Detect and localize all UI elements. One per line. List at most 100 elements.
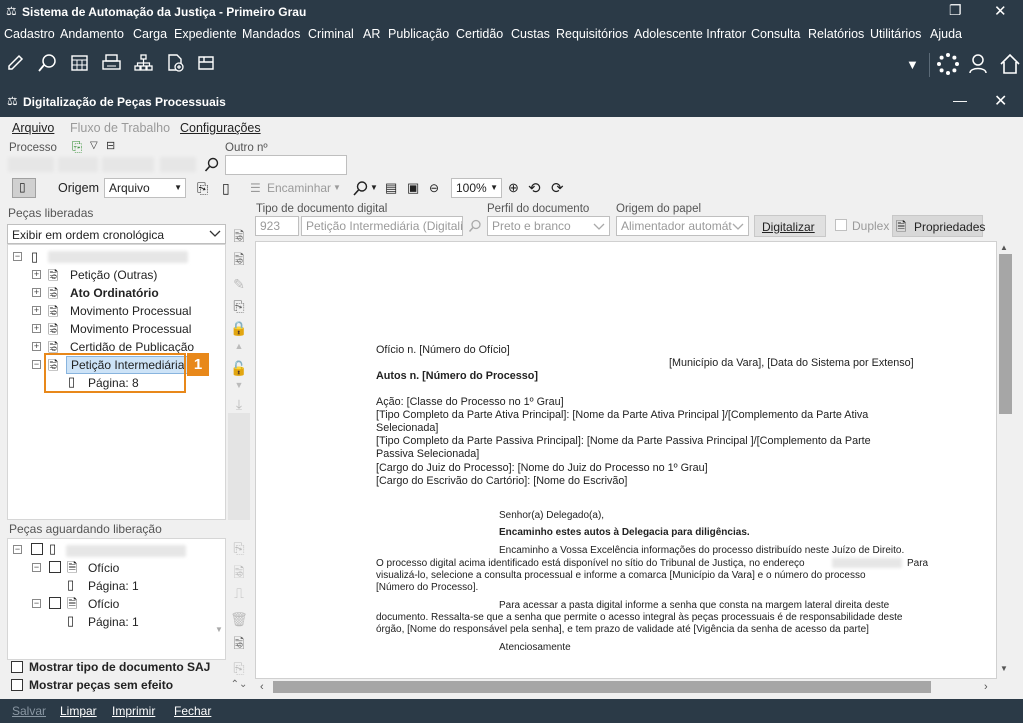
tree-page-item[interactable]: Página: 8 (88, 376, 139, 390)
tree-expander[interactable]: + (32, 306, 41, 315)
tipo-name-input[interactable]: Petição Intermediária (Digitaliz (301, 216, 463, 236)
mostrar-sem-efeito-label[interactable]: Mostrar peças sem efeito (29, 678, 173, 692)
minimize-button[interactable]: — (953, 92, 967, 108)
mostrar-tipo-label[interactable]: Mostrar tipo de documento SAJ (29, 660, 210, 674)
pending-root-expander[interactable]: − (13, 545, 22, 554)
pending-checkbox[interactable] (49, 597, 61, 609)
pending-item[interactable]: Ofício (88, 597, 119, 611)
pending-page-item[interactable]: Página: 1 (88, 579, 139, 593)
menu-cadastro[interactable]: Cadastro (4, 27, 55, 41)
search-icon[interactable] (204, 157, 220, 173)
rotate-left-icon[interactable]: ⟲ (528, 179, 541, 197)
limpar-button[interactable]: Limpar (60, 704, 97, 718)
menu-arquivo[interactable]: Arquivo (12, 121, 54, 135)
tree-expander[interactable]: − (32, 360, 41, 369)
menu-carga[interactable]: Carga (133, 27, 167, 41)
tree-item[interactable]: Movimento Processual (70, 322, 191, 336)
outro-numero-input[interactable] (225, 155, 347, 175)
archive-icon[interactable] (197, 53, 217, 73)
duplex-checkbox[interactable] (835, 219, 847, 231)
menu-fluxo-de-trabalho[interactable]: Fluxo de Trabalho (70, 121, 170, 135)
mostrar-sem-efeito-checkbox[interactable] (11, 679, 23, 691)
pending-expander[interactable]: − (32, 563, 41, 572)
tree-expander[interactable]: + (32, 324, 41, 333)
order-select[interactable]: Exibir em ordem cronológica (7, 224, 226, 244)
copy-icon[interactable]: ⎘ (230, 298, 248, 315)
process-number-field-4[interactable] (160, 157, 196, 172)
process-number-field-2[interactable] (58, 157, 98, 172)
menu-criminal[interactable]: Criminal (308, 27, 354, 41)
encaminhar-button[interactable]: Encaminhar (267, 181, 331, 195)
double-chevron-icon[interactable]: ⌃⌄ (230, 679, 248, 690)
seal-remove-icon[interactable]: 🗟 (230, 249, 248, 273)
menu-configuracoes[interactable]: Configurações (180, 121, 261, 135)
origem-select[interactable]: Arquivo ▼ (104, 178, 186, 198)
propriedades-button[interactable]: 🗎 Propriedades (892, 215, 985, 237)
tree-item[interactable]: Ato Ordinatório (70, 286, 159, 300)
seal-add-icon[interactable]: 🗟 (230, 226, 248, 250)
imprimir-button[interactable]: Imprimir (112, 704, 155, 718)
scroll-down-icon[interactable]: ▼ (215, 625, 223, 634)
dropdown-caret-icon[interactable]: ▼ (906, 55, 919, 75)
menu-utilitarios[interactable]: Utilitários (870, 27, 921, 41)
edit-icon[interactable] (6, 53, 26, 73)
menu-mandados[interactable]: Mandados (242, 27, 300, 41)
menu-consulta[interactable]: Consulta (751, 27, 800, 41)
search-tipo-icon[interactable] (468, 219, 482, 233)
scroll-up-icon[interactable]: ▲ (1000, 243, 1008, 252)
new-document-icon[interactable] (166, 53, 186, 73)
close-button[interactable]: ✕ (994, 2, 1007, 20)
tree-expander[interactable]: + (32, 288, 41, 297)
process-number-field-3[interactable] (102, 157, 154, 172)
calendar-icon[interactable] (70, 53, 90, 73)
menu-adolescente-infrator[interactable]: Adolescente Infrator (634, 27, 746, 41)
menu-publicacao[interactable]: Publicação (388, 27, 449, 41)
zoom-out-icon[interactable]: ⊖ (429, 181, 439, 195)
scroll-down-icon[interactable]: ▼ (1000, 664, 1008, 673)
rotate-right-icon[interactable]: ⟳ (551, 179, 564, 197)
fechar-button[interactable]: Fechar (174, 704, 211, 718)
pending-root-checkbox[interactable] (31, 543, 43, 555)
tipo-code-input[interactable]: 923 (255, 216, 299, 236)
home-icon[interactable] (998, 52, 1022, 76)
menu-requisitorios[interactable]: Requisitórios (556, 27, 628, 41)
printer-icon[interactable] (101, 53, 123, 73)
zoom-search-icon[interactable] (352, 180, 370, 198)
clipboard-icon[interactable]: ⎘ (197, 180, 208, 197)
lock-icon[interactable]: 🔒 (230, 320, 248, 337)
mostrar-tipo-checkbox[interactable] (11, 661, 23, 673)
pending-item[interactable]: Ofício (88, 561, 119, 575)
tree-expander[interactable]: + (32, 342, 41, 351)
seal-release-icon[interactable]: 🗟 (230, 633, 248, 657)
fit-width-icon[interactable]: ▤ (385, 180, 397, 196)
fit-page-icon[interactable]: ▣ (407, 180, 419, 196)
chevron-down-icon[interactable]: ▽ (90, 140, 98, 151)
process-number-field-1[interactable] (8, 157, 54, 172)
menu-expediente[interactable]: Expediente (174, 27, 237, 41)
vertical-scroll-thumb[interactable] (999, 254, 1012, 414)
tree-item[interactable]: Petição (Outras) (70, 268, 157, 282)
tree-item[interactable]: Movimento Processual (70, 304, 191, 318)
menu-custas[interactable]: Custas (511, 27, 550, 41)
tree-root-expander[interactable]: − (13, 252, 22, 261)
origem-papel-select[interactable]: Alimentador automát (616, 216, 749, 236)
pending-checkbox[interactable] (49, 561, 61, 573)
menu-relatorios[interactable]: Relatórios (808, 27, 864, 41)
blank-page-icon[interactable]: ▯ (222, 180, 230, 197)
menu-andamento[interactable]: Andamento (60, 27, 124, 41)
subwindow-close-button[interactable]: ✕ (994, 91, 1007, 111)
zoom-select[interactable]: 100% ▼ (451, 178, 502, 198)
tree-item[interactable]: Certidão de Publicação (70, 340, 194, 354)
hierarchy-icon[interactable] (133, 53, 155, 73)
process-type-icon[interactable]: ⎘ (72, 139, 82, 155)
digitalizar-button[interactable]: Digitalizar (754, 215, 826, 237)
perfil-select[interactable]: Preto e branco (487, 216, 610, 236)
bookmark-icon[interactable]: ⊟ (106, 139, 115, 152)
search-process-icon[interactable] (37, 53, 59, 73)
menu-ajuda[interactable]: Ajuda (930, 27, 962, 41)
scroll-left-icon[interactable]: ‹ (260, 681, 264, 693)
zoom-in-icon[interactable]: ⊕ (508, 180, 519, 196)
users-icon[interactable] (968, 52, 992, 76)
pending-page-item[interactable]: Página: 1 (88, 615, 139, 629)
horizontal-scroll-thumb[interactable] (273, 681, 931, 693)
